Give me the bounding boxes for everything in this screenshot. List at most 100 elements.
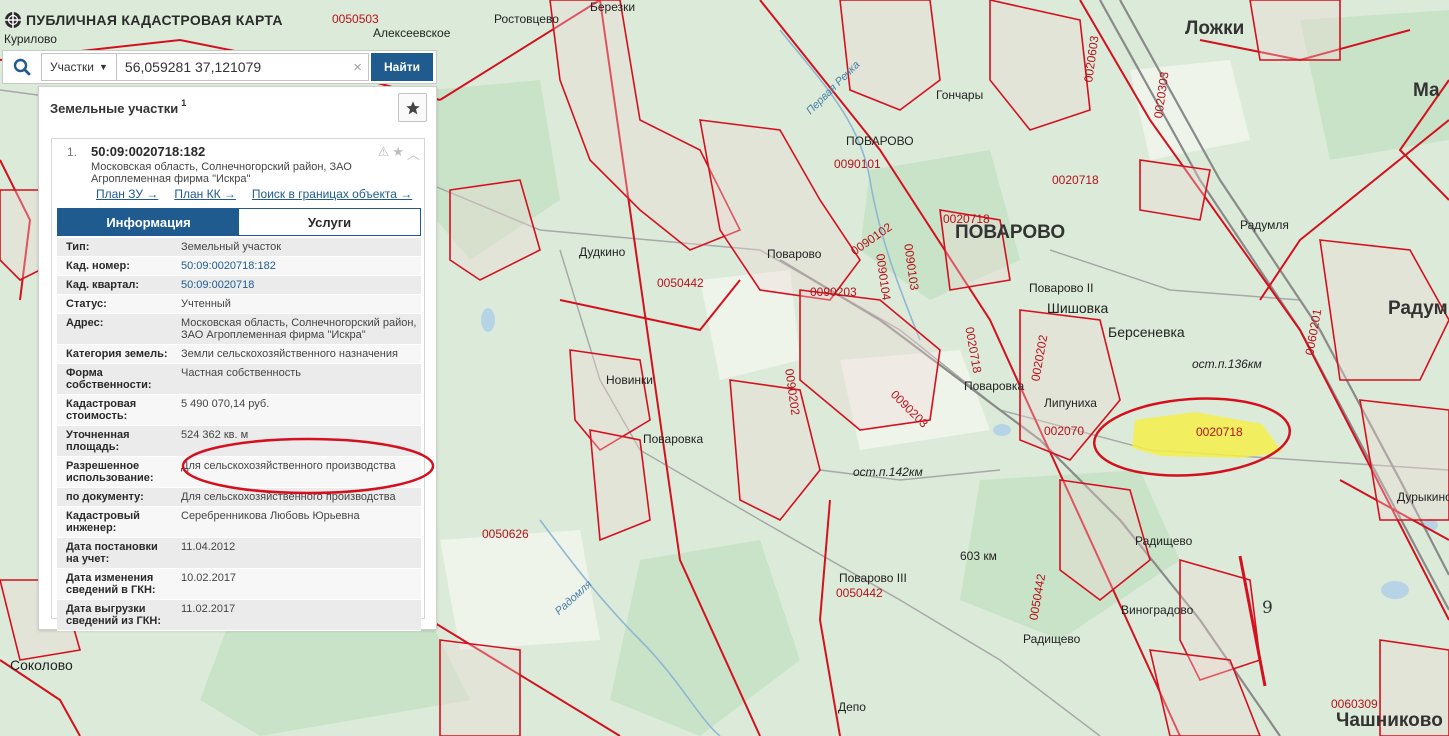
card-tools: ⚠ ★ ︿ [378,144,420,163]
search-bar: Участки ▼ 56,059281 37,121079 × Найти [2,50,437,84]
card-links: План ЗУ → План КК → Поиск в границах объ… [96,187,412,201]
parcel-address: Московская область, Солнечногорский райо… [91,161,352,185]
place-sokolovo: Соколово [10,657,73,673]
info-key: Кадастровая стоимость: [66,398,137,422]
place-kurilovo: Курилово [4,32,57,46]
station-136km: ост.п.136км [1192,357,1262,371]
place-radumlya: Радумля [1240,218,1289,232]
app-header: ПУБЛИЧНАЯ КАДАСТРОВАЯ КАРТА [0,8,283,32]
info-value: Частная собственность [181,367,302,379]
search-type-label: Участки [50,60,94,74]
info-key: Форма собственности: [66,367,152,391]
quarter-0090203-a: 0090203 [810,285,857,299]
info-row: Разрешенное использование: Для сельскохоз… [57,457,421,488]
info-key: Дата изменения сведений в ГКН: [66,572,156,596]
info-key: Кад. квартал: [66,279,140,291]
app-title: ПУБЛИЧНАЯ КАДАСТРОВАЯ КАРТА [26,12,283,28]
info-value: 11.02.2017 [181,603,236,615]
warning-icon[interactable]: ⚠ [378,144,390,163]
place-durykino: Дурыкино [1397,490,1449,504]
info-row: Дата выгрузки сведений из ГКН: 11.02.2017 [57,600,421,631]
info-key: Уточненная площадь: [66,429,130,453]
panel-title: Земельные участки [50,100,179,116]
globe-logo-icon [5,12,21,28]
info-key: Кад. номер: [66,260,130,272]
info-value: Земельный участок [181,241,282,253]
info-row: Кадастровый инженер: Серебренникова Любов… [57,507,421,538]
find-button[interactable]: Найти [371,53,433,81]
result-number: 1. [67,145,78,159]
info-row: Тип: Земельный участок [57,238,421,257]
info-row: Адрес: Московская область, Солнечногорски… [57,314,421,345]
info-value: 524 362 кв. м [181,429,249,441]
place-vinogradovo: Виноградово [1121,603,1194,617]
info-value: 5 490 070,14 руб. [181,398,270,410]
info-row: Категория земель: Земли сельскохозяйствен… [57,345,421,364]
quarter-0050626: 0050626 [482,527,529,541]
parcel-card: 1. 50:09:0020718:182 Московская область,… [51,138,425,631]
place-povarovo-up: ПОВАРОВО [846,134,914,148]
place-alekseevskoe: Алексеевское [373,26,451,40]
cad-number-link[interactable]: 50:09:0020718:182 [177,257,421,275]
info-row: Форма собственности: Частная собственност… [57,364,421,395]
quarter-0050442-a: 0050442 [657,276,704,290]
search-icon[interactable] [3,51,41,83]
quarter-0020718-highlight[interactable]: 0020718 [1196,425,1243,439]
place-povarovo3: Поварово III [839,571,907,585]
quarter-002070: 002070 [1044,424,1085,438]
search-in-bounds-link[interactable]: Поиск в границах объекта → [252,187,412,201]
info-row: Кад. номер: 50:09:0020718:182 [57,257,421,276]
quarter-0090101: 0090101 [834,157,881,171]
tab-services[interactable]: Услуги [239,209,420,235]
info-row: по документу: Для сельскохозяйственного п… [57,488,421,507]
tab-information[interactable]: Информация [58,209,239,235]
search-input[interactable]: 56,059281 37,121079 × [116,53,369,81]
star-icon [405,100,420,114]
info-key: Адрес: [66,317,104,329]
info-row: Кад. квартал: 50:09:0020718 [57,276,421,295]
place-chashnikovo: Чашниково [1336,710,1443,731]
place-radishevo: Радищево [1135,534,1193,548]
info-key: Дата постановки на учет: [66,541,158,565]
info-row: Кадастровая стоимость: 5 490 070,14 руб. [57,395,421,426]
place-berezki: Березки [590,0,636,14]
quarter-0020718-a: 0020718 [1052,173,1099,187]
place-dudkino: Дудкино [579,245,626,259]
search-query-text: 56,059281 37,121079 [124,59,262,75]
star-icon[interactable]: ★ [392,144,404,163]
favorites-button[interactable] [398,93,427,122]
chevron-down-icon: ▼ [99,62,108,72]
place-gonchary: Гончары [936,88,984,102]
parcel-cad-number[interactable]: 50:09:0020718:182 [91,144,205,159]
quarter-0060309: 0060309 [1331,697,1378,711]
quarter-0050442-b: 0050442 [836,586,883,600]
info-value: Серебренникова Любовь Юрьевна [181,510,360,522]
place-shishovka: Шишовка [1047,300,1109,316]
info-table: Тип: Земельный участок Кад. номер: 50:09:0… [57,238,421,631]
info-value: Для сельскохозяйственного производства [181,460,396,472]
place-rostovcevo: Ростовцево [494,12,559,26]
info-row: Статус: Учтенный [57,295,421,314]
info-value: Земли сельскохозяйственного назначения [181,348,398,360]
plan-kk-link[interactable]: План КК → [174,187,236,201]
chevron-up-icon[interactable]: ︿ [407,144,420,163]
station-142km: ост.п.142км [853,465,923,479]
info-key: Тип: [66,241,90,253]
search-type-select[interactable]: Участки ▼ [41,53,117,81]
plan-zu-link[interactable]: План ЗУ → [96,187,158,201]
quarter-0020718-b: 0020718 [943,212,990,226]
info-row: Дата изменения сведений в ГКН: 10.02.2017 [57,569,421,600]
clear-icon[interactable]: × [353,59,362,76]
info-key: Дата выгрузки сведений из ГКН: [66,603,162,627]
info-key: по документу: [66,491,144,503]
place-lozhki: Ложки [1185,18,1245,39]
hand-digit: 9 [1262,598,1273,618]
results-panel: Земельные участки 1 1. 50:09:0020718:182… [38,86,437,631]
place-berseneva: Берсеневка [1108,324,1185,340]
cad-quarter-link[interactable]: 50:09:0020718 [177,276,421,294]
place-radishevo2: Радищево [1023,632,1081,646]
info-value: Для сельскохозяйственного производства [181,491,396,503]
panel-header: Земельные участки 1 [39,87,436,129]
quarter-0050503: 0050503 [332,12,379,26]
place-novinki: Новинки [606,373,653,387]
